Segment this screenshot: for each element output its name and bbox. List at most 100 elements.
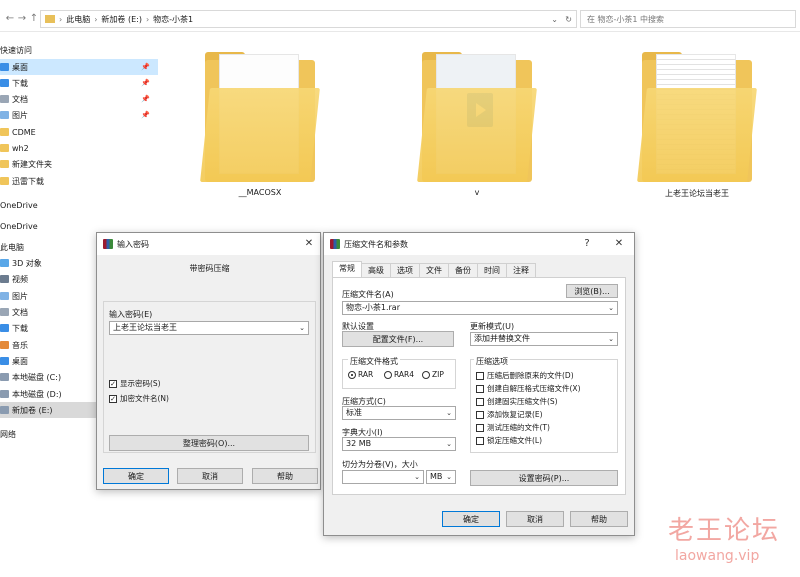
quick-access-header[interactable]: 快速访问 [0, 45, 32, 56]
dict-select[interactable]: 32 MB ⌄ [342, 437, 456, 451]
folder-icon [0, 144, 9, 152]
solid-checkbox[interactable]: 创建固实压缩文件(S) [476, 396, 558, 407]
radio-zip[interactable]: ZIP [422, 370, 444, 379]
music-icon [0, 341, 9, 349]
tab-files[interactable]: 文件 [419, 263, 449, 277]
ok-button[interactable]: 确定 [442, 511, 500, 527]
breadcrumb-folder[interactable]: 物恋-小茶1 [153, 14, 193, 25]
radio-icon [422, 370, 430, 379]
sidebar-item-thunder[interactable]: 迅雷下载 [0, 173, 158, 189]
desktop-icon [0, 357, 9, 365]
archive-name-label: 压缩文件名(A) [342, 290, 394, 299]
watermark-cn: 老王论坛 [668, 516, 781, 546]
search-input[interactable]: 在 物恋-小茶1 中搜索 [580, 10, 796, 28]
set-password-button[interactable]: 设置密码(P)... [470, 470, 618, 486]
check-icon: ✓ [109, 379, 117, 388]
download-icon [0, 79, 9, 87]
options-label: 压缩选项 [474, 356, 510, 367]
forward-icon[interactable]: → [16, 13, 28, 25]
cancel-button[interactable]: 取消 [177, 468, 243, 484]
dialog-titlebar: 输入密码 ✕ [97, 233, 320, 255]
breadcrumb-drive[interactable]: 新加卷 (E:) [101, 14, 142, 25]
radio-icon [384, 370, 392, 379]
up-icon[interactable]: ↑ [28, 13, 40, 25]
winrar-icon [330, 239, 340, 249]
sidebar-item-cdme[interactable]: CDME [0, 124, 158, 140]
close-icon[interactable]: ✕ [612, 237, 626, 251]
sidebar-item-pictures[interactable]: 图片 📌 [0, 107, 158, 123]
pin-icon: 📌 [141, 95, 150, 103]
test-checkbox[interactable]: 测试压缩的文件(T) [476, 422, 550, 433]
chevron-down-icon[interactable]: ⌄ [446, 471, 452, 483]
drive-icon [0, 406, 9, 414]
format-label: 压缩文件格式 [348, 356, 400, 367]
tab-options[interactable]: 选项 [390, 263, 420, 277]
archive-dialog: 压缩文件名和参数 ? ✕ 常规 高级 选项 文件 备份 时间 注释 压缩文件名(… [323, 232, 635, 536]
archive-name-field[interactable]: 物恋-小茶1.rar ⌄ [342, 301, 618, 315]
video-icon [0, 275, 9, 283]
tab-time[interactable]: 时间 [477, 263, 507, 277]
folder-icon [0, 128, 9, 136]
folder-laowang[interactable]: 上老王论坛当老王 [632, 40, 762, 210]
sidebar-item-wh2[interactable]: wh2 [0, 140, 158, 156]
method-select[interactable]: 标准 ⌄ [342, 406, 456, 420]
dialog-heading: 带密码压缩 [189, 264, 230, 273]
radio-selected-icon [348, 370, 356, 379]
chevron-down-icon[interactable]: ⌄ [446, 407, 452, 419]
browse-button[interactable]: 浏览(B)... [566, 284, 618, 298]
sfx-checkbox[interactable]: 创建自解压格式压缩文件(X) [476, 383, 581, 394]
chevron-down-icon[interactable]: ⌄ [414, 471, 420, 483]
show-password-checkbox[interactable]: ✓ 显示密码(S) [109, 378, 161, 389]
sidebar-item-downloads[interactable]: 下载 📌 [0, 75, 158, 91]
folder-v[interactable]: v [412, 40, 542, 210]
recovery-checkbox[interactable]: 添加恢复记录(E) [476, 409, 543, 420]
tab-comment[interactable]: 注释 [506, 263, 536, 277]
sidebar-item-desktop[interactable]: 桌面 📌 [0, 59, 158, 75]
close-icon[interactable]: ✕ [302, 237, 316, 251]
folder-icon [200, 88, 320, 182]
breadcrumb-this-pc[interactable]: 此电脑 [66, 14, 90, 25]
profiles-button[interactable]: 配置文件(F)... [342, 331, 454, 347]
sidebar-item-new-folder[interactable]: 新建文件夹 [0, 156, 158, 172]
help-button[interactable]: 帮助 [252, 468, 318, 484]
encrypt-names-checkbox[interactable]: ✓ 加密文件名(N) [109, 393, 169, 404]
password-label: 输入密码(E) [109, 310, 153, 319]
help-button[interactable]: 帮助 [570, 511, 628, 527]
update-mode-label: 更新模式(U) [470, 322, 515, 331]
password-field[interactable]: 上老王论坛当老王 ⌄ [109, 321, 309, 335]
split-size-select[interactable]: ⌄ [342, 470, 424, 484]
tab-backup[interactable]: 备份 [448, 263, 478, 277]
lock-checkbox[interactable]: 锁定压缩文件(L) [476, 435, 542, 446]
chevron-down-icon[interactable]: ⌄ [608, 302, 614, 314]
tab-general[interactable]: 常规 [332, 261, 362, 277]
download-icon [0, 324, 9, 332]
back-icon[interactable]: ← [4, 13, 16, 25]
address-box[interactable]: › 此电脑 › 新加卷 (E:) › 物恋-小茶1 ⌄ ↻ [40, 10, 577, 28]
chevron-down-icon[interactable]: ⌄ [446, 438, 452, 450]
folder-icon [0, 177, 9, 185]
split-unit-select[interactable]: MB ⌄ [426, 470, 456, 484]
update-mode-select[interactable]: 添加并替换文件 ⌄ [470, 332, 618, 346]
address-dropdown-icon[interactable]: ⌄ [551, 15, 558, 24]
cancel-button[interactable]: 取消 [506, 511, 564, 527]
help-icon[interactable]: ? [580, 237, 594, 251]
chevron-down-icon[interactable]: ⌄ [299, 322, 305, 334]
checkbox-icon [476, 371, 484, 380]
refresh-icon[interactable]: ↻ [565, 15, 572, 24]
tab-advanced[interactable]: 高级 [361, 263, 391, 277]
radio-rar[interactable]: RAR [348, 370, 373, 379]
organize-passwords-button[interactable]: 整理密码(O)... [109, 435, 309, 451]
delete-after-checkbox[interactable]: 压缩后删除原来的文件(D) [476, 370, 574, 381]
checkbox-icon [476, 436, 484, 445]
folder-macosx[interactable]: __MACOSX [195, 40, 325, 210]
check-icon: ✓ [109, 394, 117, 403]
radio-rar4[interactable]: RAR4 [384, 370, 414, 379]
pin-icon: 📌 [141, 111, 150, 119]
chevron-down-icon[interactable]: ⌄ [608, 333, 614, 345]
checkbox-icon [476, 384, 484, 393]
sidebar-item-onedrive-1[interactable]: OneDrive [0, 197, 158, 213]
folder-label: v [474, 188, 480, 197]
ok-button[interactable]: 确定 [103, 468, 169, 484]
folder-icon [0, 160, 9, 168]
sidebar-item-documents[interactable]: 文档 📌 [0, 91, 158, 107]
